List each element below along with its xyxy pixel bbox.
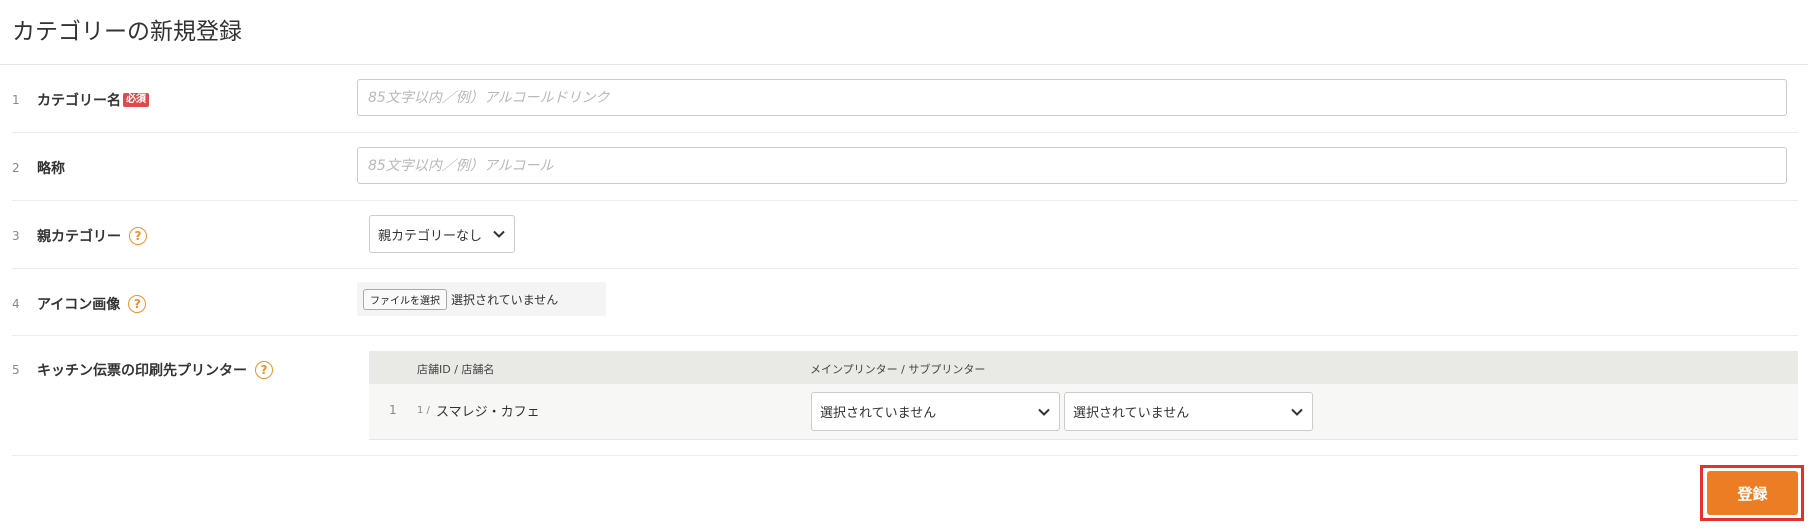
sub-printer-select[interactable]: 選択されていません — [1064, 392, 1313, 431]
form-row-icon-image: 4 アイコン画像 ? — [12, 269, 1798, 336]
choose-file-button[interactable]: ファイルを選択 — [363, 288, 447, 310]
category-name-input[interactable] — [357, 79, 1787, 116]
printer-column-header: メインプリンター / サブプリンター — [810, 363, 986, 376]
file-status: 選択されていません — [451, 292, 559, 307]
row-number: 1 — [12, 93, 20, 107]
row-label: アイコン画像 ? — [37, 294, 147, 314]
store-id: 1 / — [417, 405, 430, 416]
parent-category-value: 親カテゴリーなし — [378, 228, 483, 244]
form-row-parent-category: 3 親カテゴリー ? — [12, 201, 1798, 269]
icon-image-label: アイコン画像 — [37, 297, 121, 313]
title-divider — [0, 64, 1808, 65]
help-icon[interactable]: ? — [129, 227, 147, 245]
row-number: 4 — [12, 297, 20, 311]
main-printer-select[interactable]: 選択されていません — [811, 392, 1060, 431]
row-number: 3 — [12, 229, 20, 243]
row-label: 略称 — [37, 158, 65, 178]
row-number: 2 — [12, 161, 20, 175]
kitchen-printer-label: キッチン伝票の印刷先プリンター — [37, 363, 247, 379]
required-badge: 必須 — [123, 93, 149, 107]
main-printer-value: 選択されていません — [820, 406, 937, 421]
help-icon[interactable]: ? — [128, 295, 147, 313]
store-name: スマレジ・カフェ — [436, 405, 540, 420]
page-title: カテゴリーの新規登録 — [12, 19, 242, 45]
category-name-label: カテゴリー名 — [37, 93, 121, 109]
abbreviation-input[interactable] — [357, 147, 1787, 184]
store-column-header: 店舗ID / 店舗名 — [417, 363, 495, 376]
printer-table-header: 店舗ID / 店舗名 メインプリンター / サブプリンター — [369, 351, 1798, 384]
sub-printer-value: 選択されていません — [1073, 406, 1190, 421]
row-label: キッチン伝票の印刷先プリンター ? — [37, 360, 273, 380]
abbreviation-label: 略称 — [37, 161, 65, 177]
row-label: 親カテゴリー ? — [37, 226, 147, 246]
row-number: 1 — [389, 403, 397, 417]
parent-category-select[interactable]: 親カテゴリーなし — [369, 215, 515, 253]
parent-category-label: 親カテゴリー — [37, 229, 121, 245]
row-label: カテゴリー名 必須 — [37, 90, 149, 110]
register-button[interactable]: 登録 — [1707, 471, 1798, 515]
row-number: 5 — [12, 363, 20, 377]
chevron-down-icon — [1291, 408, 1303, 416]
help-icon[interactable]: ? — [255, 361, 273, 379]
chevron-down-icon — [1038, 408, 1050, 416]
icon-image-file-input: ファイルを選択 選択されていません — [357, 282, 606, 316]
chevron-down-icon — [493, 230, 505, 238]
